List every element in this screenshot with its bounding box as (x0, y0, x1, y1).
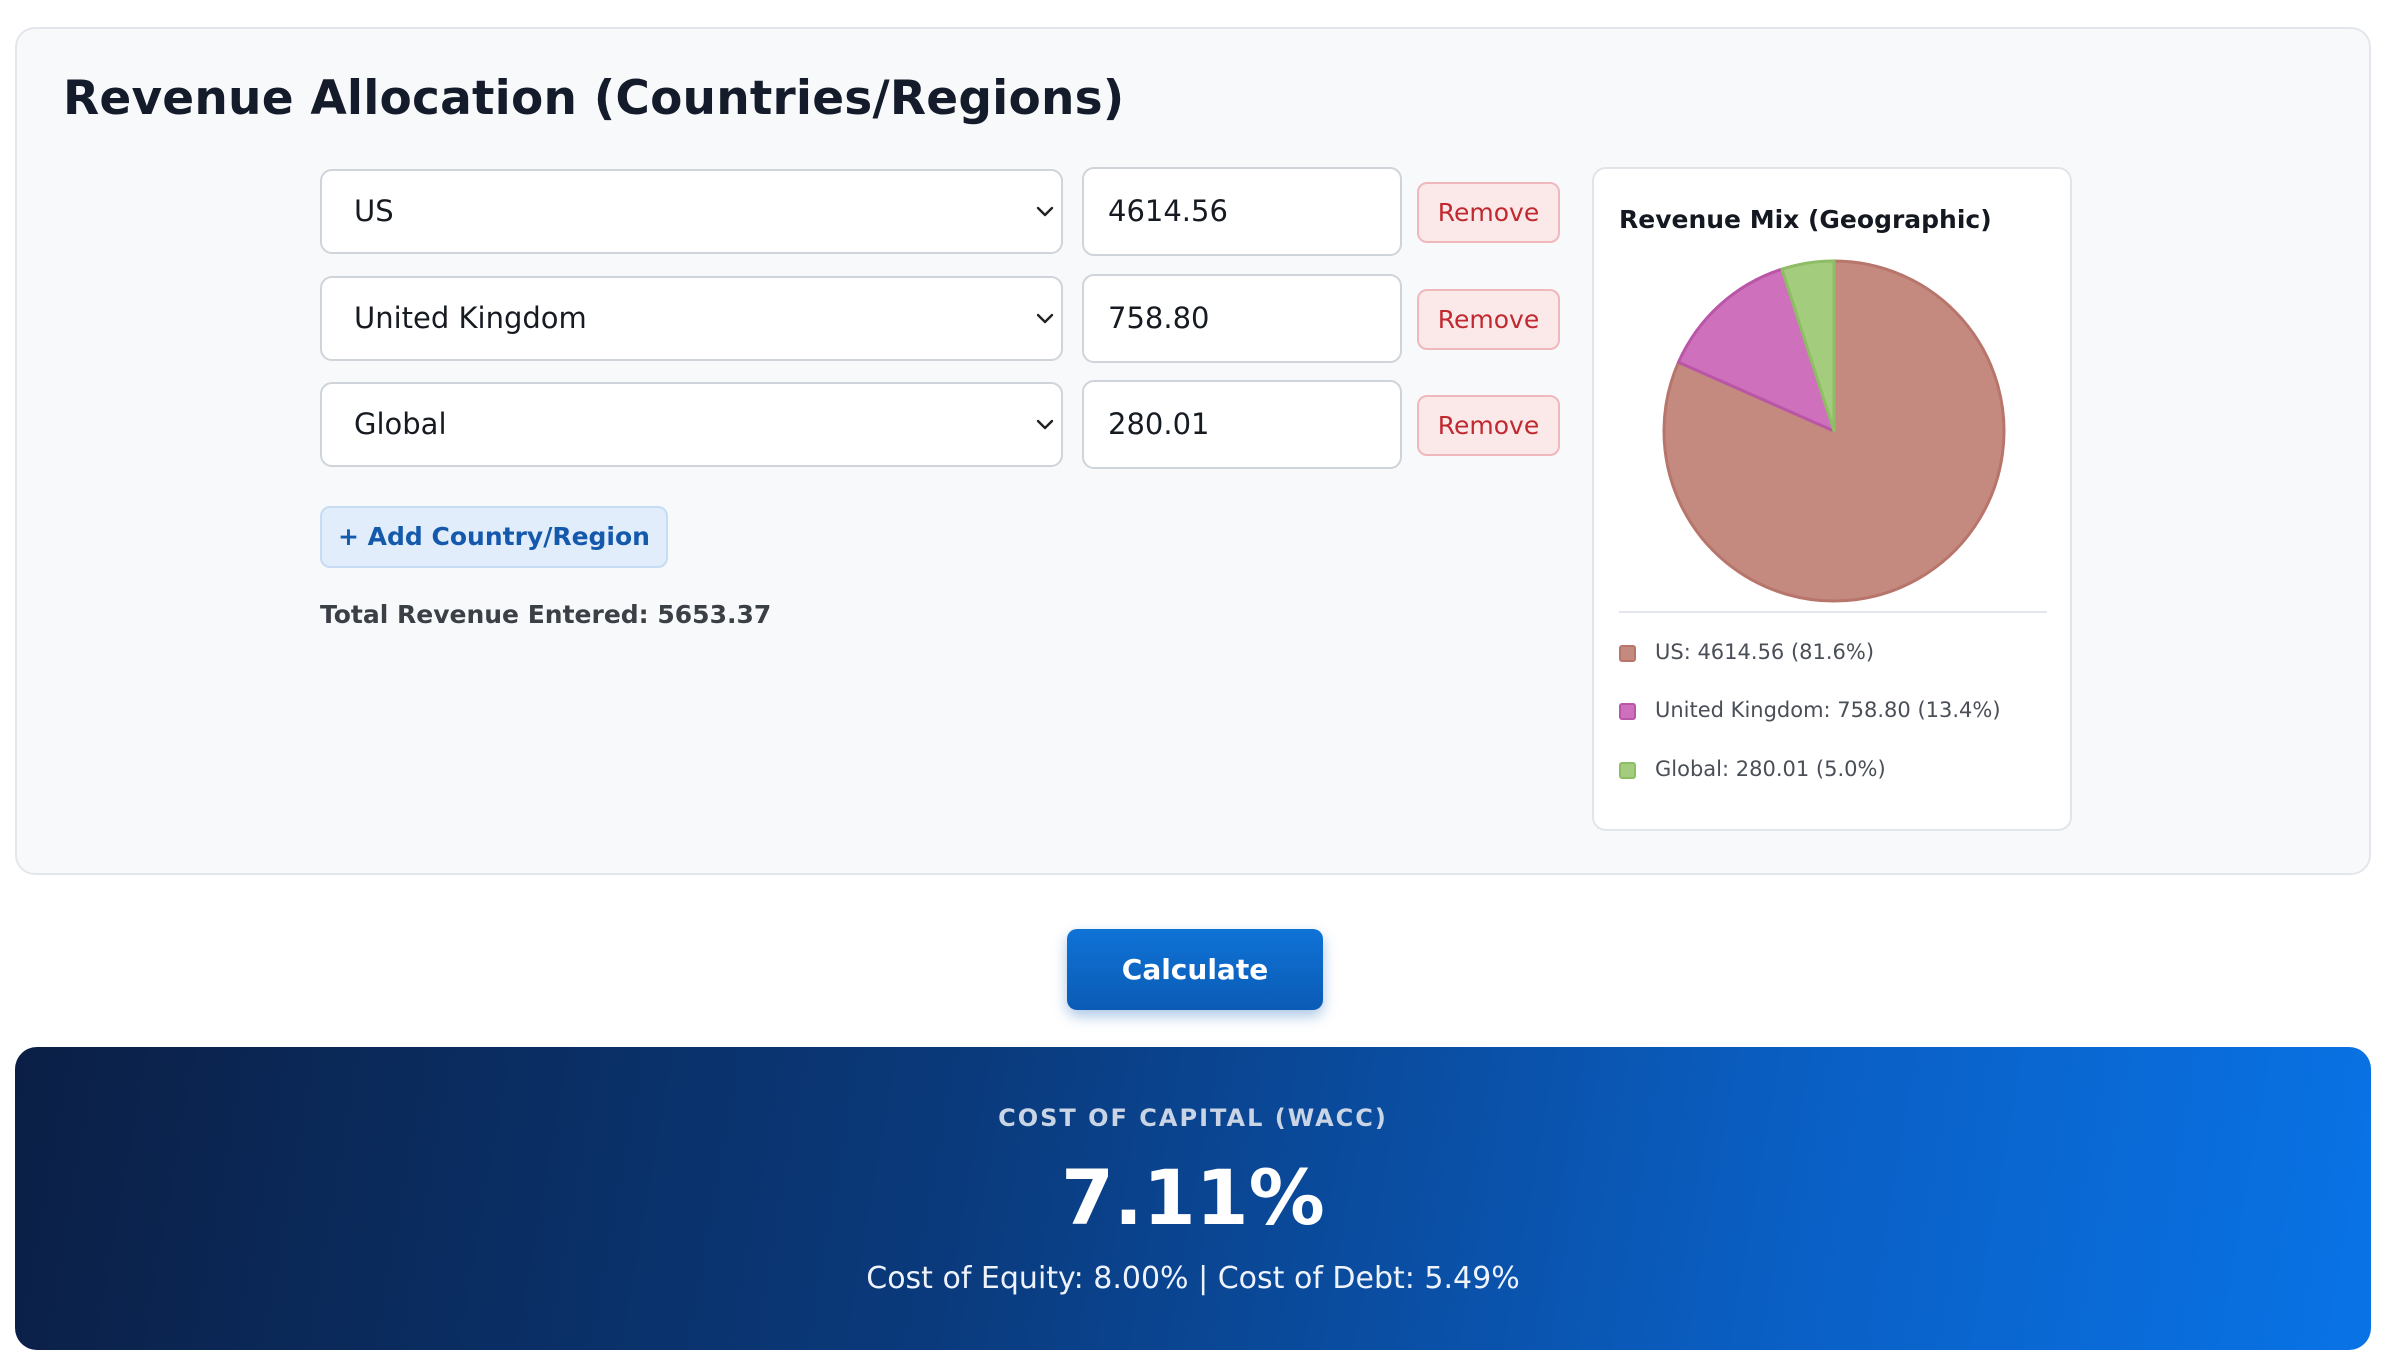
legend-label: US: 4614.56 (81.6%) (1655, 640, 1875, 664)
region-select-value: Global (354, 407, 447, 441)
chart-title: Revenue Mix (Geographic) (1619, 205, 1992, 234)
legend-label: Global: 280.01 (5.0%) (1655, 757, 1886, 781)
chevron-down-icon (1036, 206, 1054, 217)
revenue-mix-chart-card: Revenue Mix (Geographic) US: 4614.56 (81… (1592, 167, 2072, 831)
remove-button-us[interactable]: Remove (1417, 182, 1560, 243)
legend-swatch (1619, 703, 1636, 720)
region-select-united-kingdom[interactable]: United Kingdom (320, 276, 1063, 361)
result-value: 7.11% (1061, 1153, 1325, 1242)
region-select-us[interactable]: US (320, 169, 1063, 254)
legend-swatch (1619, 762, 1636, 779)
chevron-down-icon (1036, 419, 1054, 430)
region-select-global[interactable]: Global (320, 382, 1063, 467)
remove-button-global[interactable]: Remove (1417, 395, 1560, 456)
section-title: Revenue Allocation (Countries/Regions) (63, 71, 1125, 126)
amount-input-global[interactable]: 280.01 (1082, 380, 1402, 469)
wacc-result-panel: COST OF CAPITAL (WACC) 7.11% Cost of Equ… (15, 1047, 2371, 1350)
region-select-value: United Kingdom (354, 301, 587, 335)
legend-label: United Kingdom: 758.80 (13.4%) (1655, 698, 2001, 722)
legend-swatch (1619, 645, 1636, 662)
chevron-down-icon (1036, 313, 1054, 324)
total-revenue-text: Total Revenue Entered: 5653.37 (320, 600, 772, 629)
amount-input-us[interactable]: 4614.56 (1082, 167, 1402, 256)
revenue-allocation-panel: Revenue Allocation (Countries/Regions) U… (15, 27, 2371, 875)
revenue-pie-chart (1662, 259, 2006, 603)
remove-button-united-kingdom[interactable]: Remove (1417, 289, 1560, 350)
calculate-button[interactable]: Calculate (1067, 929, 1323, 1010)
region-select-value: US (354, 194, 394, 228)
result-detail: Cost of Equity: 8.00% | Cost of Debt: 5.… (866, 1261, 1520, 1296)
add-country-region-button[interactable]: + Add Country/Region (320, 506, 668, 568)
result-label: COST OF CAPITAL (WACC) (998, 1104, 1388, 1132)
legend-divider (1619, 611, 2047, 613)
amount-input-united-kingdom[interactable]: 758.80 (1082, 274, 1402, 363)
